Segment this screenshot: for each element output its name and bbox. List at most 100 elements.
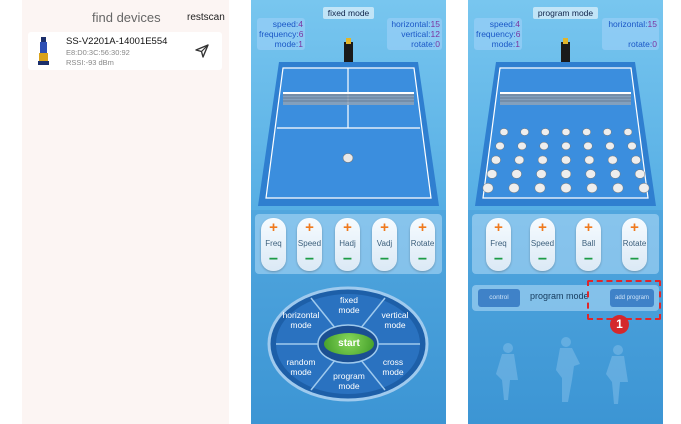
speed-label: Speed (530, 239, 555, 248)
rotate-label: Rotate (622, 239, 647, 248)
speed-plus-button[interactable]: + (297, 219, 322, 236)
random-mode-button[interactable]: random mode (283, 357, 319, 377)
ball-stepper: + Ball − (576, 218, 601, 271)
device-mac: E8:D0:3C:56:30:92 (66, 48, 130, 57)
ball-icon (536, 169, 547, 179)
ball-icon (638, 183, 650, 193)
ball-icon (482, 183, 494, 193)
mode-wheel: fixed mode horizontal mode vertical mode ra… (251, 280, 446, 424)
ball-minus-button[interactable]: − (576, 251, 601, 269)
ball-icon (517, 141, 527, 151)
ball-machine-icon (344, 42, 353, 62)
speed-readout: speed:4 (489, 19, 520, 29)
player-silhouettes (496, 337, 628, 404)
ball-icon (585, 169, 596, 179)
mode-readout: mode:1 (491, 39, 520, 49)
rotate-minus-button[interactable]: − (622, 251, 647, 269)
ball-icon (534, 183, 546, 193)
ball-icon (627, 141, 637, 151)
ball-icon (499, 128, 509, 136)
vadj-minus-button[interactable]: − (372, 251, 397, 269)
ball-plus-button[interactable]: + (576, 219, 601, 236)
hadj-stepper: + Hadj − (335, 218, 360, 271)
ball-icon (541, 128, 550, 136)
court-view: fixed mode speed:4 frequency:6 mode:1 ho… (251, 0, 446, 210)
speed-stepper: + Speed − (297, 218, 322, 271)
rotate-plus-button[interactable]: + (410, 219, 435, 236)
freq-minus-button[interactable]: − (261, 251, 286, 269)
status-box-left: speed:4 frequency:6 mode:1 (474, 18, 522, 50)
speed-minus-button[interactable]: − (530, 251, 555, 269)
ball-icon (491, 155, 501, 165)
device-rssi: RSSI:-93 dBm (66, 58, 114, 67)
ball-icon (610, 169, 621, 179)
freq-plus-button[interactable]: + (261, 219, 286, 236)
ball-icon (612, 183, 624, 193)
rescan-button[interactable]: restscan (187, 12, 225, 23)
freq-plus-button[interactable]: + (486, 219, 511, 236)
ball-icon (603, 128, 612, 136)
fixed-mode-button[interactable]: fixed mode (331, 295, 367, 315)
ball-icon (508, 183, 520, 193)
ball-icon (539, 141, 549, 151)
ball-icon (561, 141, 571, 151)
speed-readout: speed:4 (272, 19, 303, 29)
speed-minus-button[interactable]: − (297, 251, 322, 269)
hadj-plus-button[interactable]: + (335, 219, 360, 236)
ball-icon (607, 155, 618, 165)
ball-icon (623, 128, 633, 136)
rotate-readout: rotate:0 (411, 39, 440, 49)
status-box-right: horizontal:15 vertical:12 rotate:0 (387, 18, 442, 50)
ball-icon (583, 141, 593, 151)
ball-icon (631, 155, 641, 165)
ball-icon (486, 169, 498, 179)
status-box-left: speed:4 frequency:6 mode:1 (257, 18, 305, 50)
freq-stepper: + Freq − (261, 218, 286, 271)
freq-label: Freq (490, 239, 507, 248)
rotate-readout: rotate:0 (628, 39, 657, 49)
rotate-plus-button[interactable]: + (622, 219, 647, 236)
fixed-mode-panel: fixed mode speed:4 frequency:6 mode:1 ho… (251, 0, 446, 424)
vadj-label: Vadj (376, 239, 393, 248)
ball-icon (537, 155, 548, 165)
frequency-readout: frequency:6 (259, 29, 304, 39)
vadj-stepper: + Vadj − (372, 218, 397, 271)
ball-icon (520, 128, 529, 136)
page-title: find devices (92, 10, 161, 25)
ball-machine-icon (561, 42, 570, 62)
ball-label: Ball (581, 239, 596, 248)
vertical-mode-button[interactable]: vertical mode (375, 310, 415, 330)
rotate-label: Rotate (410, 239, 435, 248)
ball-icon (561, 155, 571, 165)
device-list-panel: find devices restscan SS-V2201A-14001E55… (22, 0, 229, 424)
ball-icon (586, 183, 598, 193)
program-mode-button[interactable]: program mode (329, 371, 369, 391)
ball-icon (514, 155, 525, 165)
ball-icon (605, 141, 615, 151)
start-button[interactable]: start (324, 333, 374, 355)
rotate-stepper: + Rotate − (410, 218, 435, 271)
send-icon[interactable] (194, 43, 210, 59)
control-button[interactable]: control (478, 289, 520, 307)
device-name: SS-V2201A-14001E554 (66, 36, 168, 47)
adjust-bar: + Freq − + Speed − + Hadj − + Vadj − + R… (255, 214, 442, 274)
program-mode-panel: program mode speed:4 frequency:6 mode:1 … (468, 0, 663, 424)
ball-icon (511, 169, 522, 179)
program-mode-label: program mode (530, 291, 589, 301)
rotate-minus-button[interactable]: − (410, 251, 435, 269)
ball-icon (560, 183, 572, 193)
horizontal-readout: horizontal:15 (391, 19, 440, 29)
vadj-plus-button[interactable]: + (372, 219, 397, 236)
speed-plus-button[interactable]: + (530, 219, 555, 236)
hadj-minus-button[interactable]: − (335, 251, 360, 269)
horizontal-mode-button[interactable]: horizontal mode (279, 310, 323, 330)
freq-minus-button[interactable]: − (486, 251, 511, 269)
cross-mode-button[interactable]: cross mode (375, 357, 411, 377)
hadj-label: Hadj (339, 239, 356, 248)
device-list-item[interactable]: SS-V2201A-14001E554 E8:D0:3C:56:30:92 RS… (28, 32, 222, 70)
ball-machine-icon (38, 37, 49, 65)
freq-stepper: + Freq − (486, 218, 511, 271)
ball-icon (582, 128, 591, 136)
ball-icon (560, 169, 572, 179)
ball-icon (584, 155, 595, 165)
